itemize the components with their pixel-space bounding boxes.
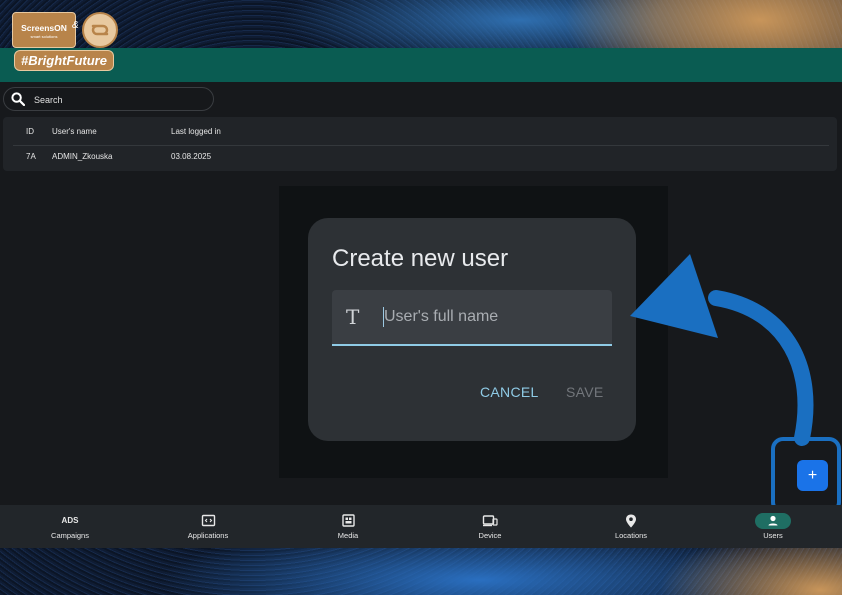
brand-sub: smart solutions [30, 34, 58, 39]
cell-id: 7A [26, 152, 36, 161]
nav-label-locations: Locations [614, 531, 648, 540]
bottom-navigation: ADS Campaigns Applications Media Device [0, 505, 842, 548]
create-user-dialog: Create new user T CANCEL SAVE [308, 218, 636, 441]
column-header-name[interactable]: User's name [52, 127, 97, 136]
nav-item-users[interactable]: Users [703, 505, 842, 548]
text-format-icon: T [346, 305, 360, 329]
cell-name: ADMIN_Zkouska [52, 152, 113, 161]
brand-logo: ScreensON smart solutions & #BrightFutur… [8, 10, 124, 74]
brand-band [0, 48, 842, 82]
partner-logo [82, 12, 118, 48]
nav-label-applications: Applications [187, 531, 229, 540]
search-icon [11, 92, 25, 106]
dialog-title: Create new user [332, 245, 509, 272]
full-name-field[interactable]: T [332, 290, 612, 346]
code-window-icon [201, 514, 216, 527]
nav-item-device[interactable]: Device [420, 505, 560, 548]
users-table: ID User's name Last logged in 7A ADMIN_Z… [3, 117, 837, 171]
person-icon [768, 515, 778, 526]
nav-label-device: Device [478, 531, 502, 540]
location-pin-icon [626, 514, 636, 528]
ads-icon: ADS [61, 516, 79, 525]
full-name-input[interactable] [384, 306, 594, 328]
nav-item-locations[interactable]: Locations [561, 505, 701, 548]
cell-last-login: 03.08.2025 [171, 152, 212, 161]
nav-item-campaigns[interactable]: ADS Campaigns [0, 505, 140, 548]
nav-label-campaigns: Campaigns [51, 531, 89, 540]
column-header-last-login[interactable]: Last logged in [171, 127, 221, 136]
brand-name: ScreensON [21, 23, 67, 33]
nav-label-users: Users [763, 531, 783, 540]
add-user-button[interactable]: + [797, 460, 828, 491]
save-button[interactable]: SAVE [566, 384, 604, 400]
column-header-id[interactable]: ID [26, 127, 34, 136]
partner-logo-icon [91, 24, 109, 36]
search-bar[interactable] [3, 87, 214, 111]
brand-hashtag: #BrightFuture [14, 50, 114, 71]
screenson-logo: ScreensON smart solutions [12, 12, 76, 48]
nav-item-media[interactable]: Media [278, 505, 418, 548]
brand-ampersand: & [72, 20, 79, 31]
nav-item-applications[interactable]: Applications [138, 505, 278, 548]
search-input[interactable] [34, 93, 204, 106]
cancel-button[interactable]: CANCEL [480, 384, 539, 400]
nav-label-media: Media [337, 531, 359, 540]
row-divider [13, 145, 829, 146]
devices-icon [482, 515, 498, 527]
media-library-icon [342, 514, 355, 527]
